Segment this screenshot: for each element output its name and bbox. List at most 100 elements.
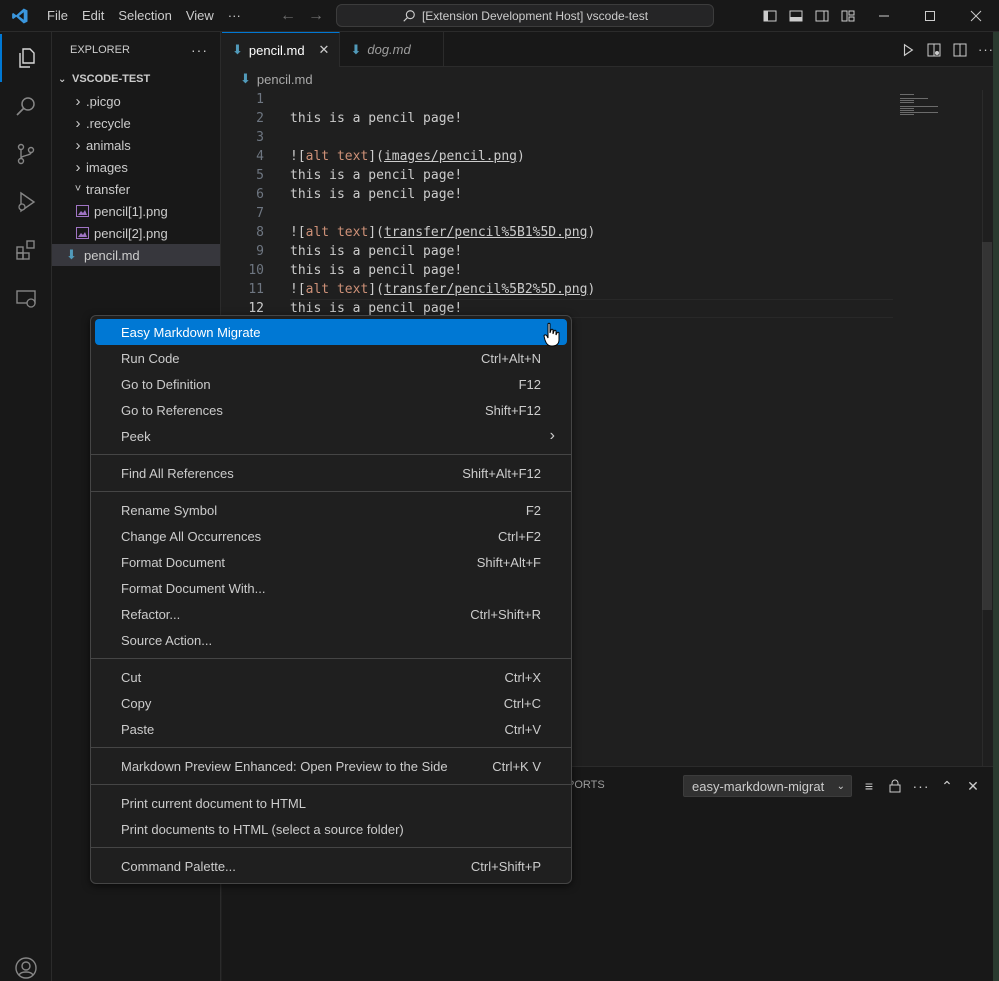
command-center[interactable]: [Extension Development Host] vscode-test: [336, 4, 714, 27]
context-menu-item[interactable]: Go to Definition F12: [95, 371, 567, 397]
menu-item[interactable]: File: [40, 0, 75, 32]
text-token: ): [517, 149, 525, 164]
context-menu-item[interactable]: Copy Ctrl+C: [95, 690, 567, 716]
context-menu-item[interactable]: Easy Markdown Migrate: [95, 319, 567, 345]
explorer-icon[interactable]: [0, 34, 52, 82]
menu-item[interactable]: Selection: [111, 0, 178, 32]
tree-item[interactable]: pencil[2].png: [52, 222, 220, 244]
code-line: 4 ![alt text](images/pencil.png): [222, 147, 982, 166]
workspace-section-header[interactable]: ⌄ VSCODE-TEST: [52, 68, 220, 90]
line-number: 6: [256, 187, 264, 202]
context-menu-item[interactable]: Go to References Shift+F12: [95, 397, 567, 423]
text-token: ](: [368, 282, 384, 297]
code-line: 6 this is a pencil page!: [222, 185, 982, 204]
line-content: this is a pencil page!: [290, 244, 462, 259]
open-preview-to-side-icon[interactable]: [921, 42, 947, 58]
source-control-icon[interactable]: [0, 130, 52, 178]
link-path-token[interactable]: transfer/pencil%5B1%5D.png: [384, 225, 588, 240]
back-arrow-icon[interactable]: ←: [280, 7, 296, 25]
tab-dog-md[interactable]: ⬇ dog.md: [340, 32, 444, 67]
menu-item[interactable]: Edit: [75, 0, 111, 32]
hand-cursor-icon: [543, 322, 561, 348]
link-path-token[interactable]: images/pencil.png: [384, 149, 517, 164]
markdown-file-icon: ⬇: [66, 247, 77, 262]
line-content: this is a pencil page!: [290, 111, 462, 126]
maximize-panel-icon[interactable]: ⌃: [934, 778, 960, 795]
title-bar: File Edit Selection View ··· ← → [Extension …: [0, 0, 999, 32]
close-tab-icon[interactable]: ✕: [319, 42, 330, 58]
chevron-right-icon: ›: [549, 427, 555, 444]
context-menu-item[interactable]: Find All References Shift+Alt+F12: [95, 460, 567, 486]
context-menu-item[interactable]: Run Code Ctrl+Alt+N: [95, 345, 567, 371]
close-window-icon[interactable]: [953, 0, 999, 32]
line-number: 2: [256, 111, 264, 126]
maximize-icon[interactable]: [907, 0, 953, 32]
line-content: this is a pencil page!: [290, 187, 462, 202]
accounts-icon[interactable]: [0, 944, 52, 981]
line-number: 3: [256, 130, 264, 145]
forward-arrow-icon[interactable]: →: [308, 7, 324, 25]
output-channel-select[interactable]: easy-markdown-migrat ⌄: [683, 775, 852, 797]
close-panel-icon[interactable]: ✕: [960, 778, 986, 795]
context-menu-item[interactable]: Print current document to HTML: [95, 790, 567, 816]
link-path-token[interactable]: transfer/pencil%5B2%5D.png: [384, 282, 588, 297]
menu-item-label: Print current document to HTML: [121, 795, 306, 811]
navigation-arrows: ← →: [280, 0, 324, 32]
tab-pencil-md[interactable]: ⬇ pencil.md ✕: [222, 32, 341, 67]
context-menu-item[interactable]: Rename Symbol F2: [95, 497, 567, 523]
clear-output-icon[interactable]: ≡: [856, 778, 882, 794]
customize-layout-icon[interactable]: [835, 0, 861, 32]
remote-explorer-icon[interactable]: [0, 274, 52, 322]
more-actions-icon[interactable]: ···: [191, 42, 208, 58]
split-editor-icon[interactable]: [947, 42, 973, 58]
toggle-primary-sidebar-icon[interactable]: [757, 0, 783, 32]
image-file-icon: [76, 205, 94, 217]
search-view-icon[interactable]: [0, 82, 52, 130]
run-and-debug-icon[interactable]: [0, 178, 52, 226]
context-menu-item[interactable]: Command Palette... Ctrl+Shift+P: [95, 853, 567, 879]
context-menu-item[interactable]: Format Document With...: [95, 575, 567, 601]
minimize-icon[interactable]: [861, 0, 907, 32]
text-token: ![: [290, 225, 306, 240]
editor-lines: 1 2 this is a pencil page! 3 4 ![alt text](im…: [222, 90, 982, 318]
tree-item[interactable]: ˅ transfer: [52, 178, 220, 200]
context-menu-item[interactable]: Print documents to HTML (select a source…: [95, 816, 567, 842]
context-menu-item[interactable]: Cut Ctrl+X: [95, 664, 567, 690]
lock-scroll-icon[interactable]: [882, 779, 908, 793]
extensions-icon[interactable]: [0, 226, 52, 274]
run-icon[interactable]: [895, 43, 921, 57]
tree-item[interactable]: › animals: [52, 134, 220, 156]
line-number: 12: [248, 301, 264, 316]
context-menu-item[interactable]: Format Document Shift+Alt+F: [95, 549, 567, 575]
menu-item[interactable]: View: [179, 0, 221, 32]
sidebar-header: EXPLORER ···: [52, 32, 220, 68]
context-menu-item[interactable]: Source Action...: [95, 627, 567, 653]
context-menu-item[interactable]: Refactor... Ctrl+Shift+R: [95, 601, 567, 627]
tree-item[interactable]: pencil[1].png: [52, 200, 220, 222]
line-number: 4: [256, 149, 264, 164]
tree-item[interactable]: › .recycle: [52, 112, 220, 134]
minimap[interactable]: [900, 92, 942, 122]
editor-actions: ···: [895, 32, 999, 67]
code-line: 10 this is a pencil page!: [222, 261, 982, 280]
menu-item[interactable]: ···: [221, 0, 248, 32]
activity-bar: [0, 32, 52, 981]
tab-ports[interactable]: PORTS: [567, 779, 605, 791]
context-menu-item[interactable]: Peek ›: [95, 423, 567, 449]
breadcrumb[interactable]: ⬇ pencil.md: [222, 67, 313, 91]
toggle-panel-icon[interactable]: [783, 0, 809, 32]
menu-separator: [91, 847, 571, 848]
context-menu-item[interactable]: Paste Ctrl+V: [95, 716, 567, 742]
more-actions-icon[interactable]: ···: [908, 778, 934, 794]
context-menu-item[interactable]: Change All Occurrences Ctrl+F2: [95, 523, 567, 549]
menu-item-shortcut: Ctrl+V: [504, 721, 541, 737]
tree-item[interactable]: ⬇ pencil.md: [52, 244, 220, 266]
file-tree: › .picgo › .recycle › animals › images ˅ transfer…: [52, 90, 220, 266]
tree-item[interactable]: › .picgo: [52, 90, 220, 112]
toggle-secondary-sidebar-icon[interactable]: [809, 0, 835, 32]
vertical-scrollbar[interactable]: [982, 242, 992, 610]
context-menu-item[interactable]: Markdown Preview Enhanced: Open Preview …: [95, 753, 567, 779]
menu-item-label: Go to References: [121, 402, 223, 418]
tree-item[interactable]: › images: [52, 156, 220, 178]
line-number: 5: [256, 168, 264, 183]
